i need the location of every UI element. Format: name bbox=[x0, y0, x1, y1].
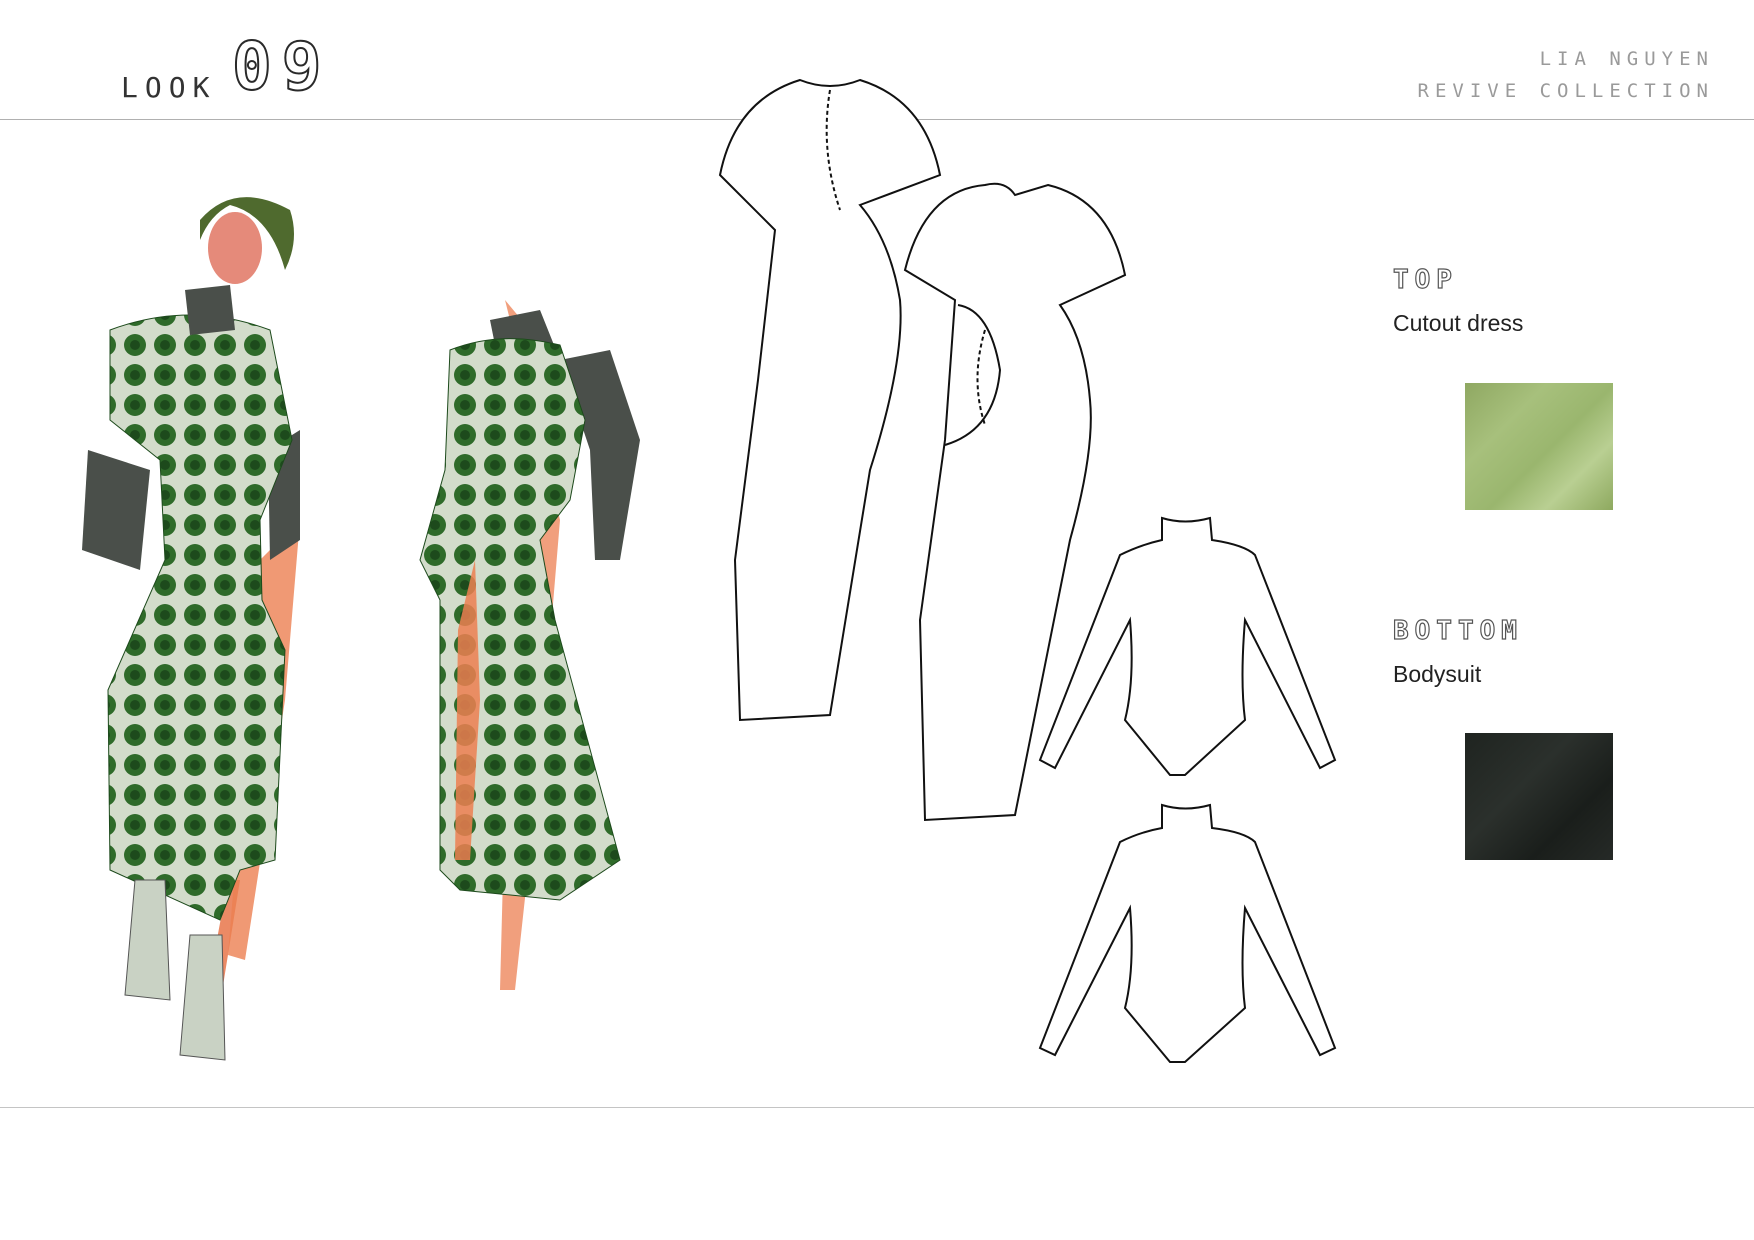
top-section-heading: TOP bbox=[1392, 264, 1458, 295]
bottom-item-name: Bodysuit bbox=[1393, 661, 1482, 687]
dress-front-flat-sketch bbox=[718, 78, 942, 722]
bottom-fabric-swatch bbox=[1465, 733, 1613, 860]
back-figure-illustration bbox=[419, 300, 640, 990]
bodysuit-front-flat-sketch bbox=[1038, 516, 1337, 776]
bodysuit-back-flat-sketch bbox=[1038, 803, 1337, 1063]
top-item-name: Cutout dress bbox=[1393, 310, 1524, 336]
bottom-section-heading: BOTTOM bbox=[1392, 615, 1523, 646]
dress-back-flat-sketch bbox=[903, 182, 1127, 822]
front-figure-illustration bbox=[82, 197, 300, 1061]
top-fabric-swatch bbox=[1465, 383, 1613, 510]
